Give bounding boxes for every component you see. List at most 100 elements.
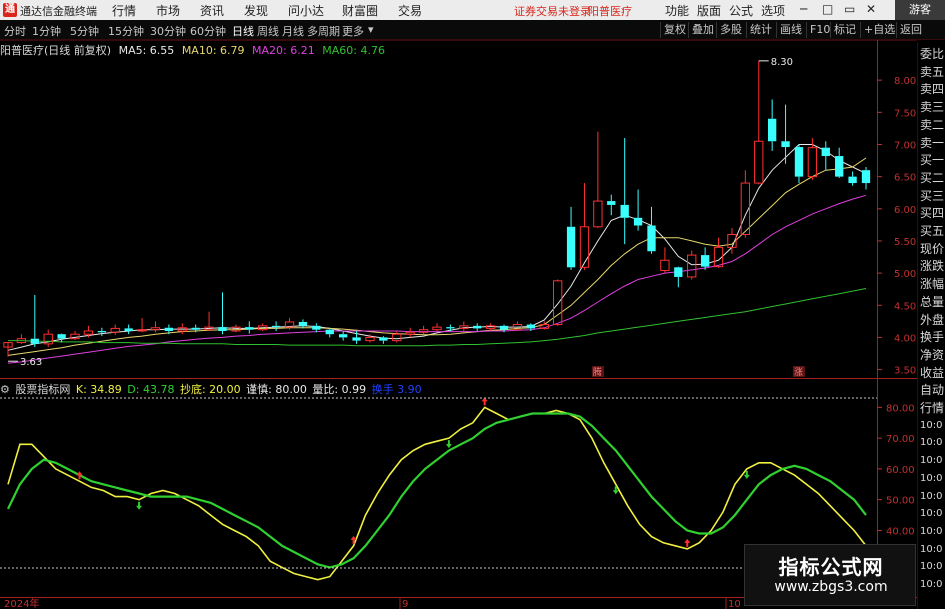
menu-news[interactable]: 资讯 <box>200 2 224 19</box>
draw-button[interactable]: 画线 <box>776 22 805 38</box>
ma60-label: MA60: 4.76 <box>322 44 385 57</box>
minimize-icon[interactable]: ─ <box>800 2 807 16</box>
guest-button[interactable]: 游客 <box>895 0 945 20</box>
side-panel-item[interactable]: 买三 <box>920 188 944 204</box>
side-panel-item[interactable]: 涨跌 <box>920 258 944 274</box>
tf-5min[interactable]: 5分钟 <box>70 23 99 39</box>
side-panel-item[interactable]: 委比 <box>920 46 944 62</box>
side-panel-item[interactable]: 外盘 <box>920 312 944 328</box>
side-panel-item[interactable]: 现价 <box>920 241 944 257</box>
multi-stock-button[interactable]: 多股 <box>716 22 745 38</box>
side-panel-item[interactable]: 买一 <box>920 152 944 168</box>
tf-weekly[interactable]: 周线 <box>257 23 279 39</box>
side-panel-item[interactable]: 总量 <box>920 294 944 310</box>
chevron-down-icon[interactable]: ▾ <box>368 23 374 36</box>
indicator-tick-label: 40.00 <box>886 526 915 537</box>
tf-intraday[interactable]: 分时 <box>4 23 26 39</box>
candle-body-down <box>794 147 804 177</box>
turnover-value: 换手 3.90 <box>371 383 422 396</box>
side-panel-item[interactable]: 10:0 <box>920 435 942 451</box>
maximize-icon[interactable]: ▭ <box>844 2 855 16</box>
side-panel-item[interactable]: 10:0 <box>920 453 942 469</box>
ma5-label: MA5: 6.55 <box>118 44 175 57</box>
indicator-title[interactable]: 股票指标网 <box>15 383 70 396</box>
candle-body-down <box>526 324 535 329</box>
menu-trade[interactable]: 交易 <box>398 2 422 19</box>
sell-arrow-icon <box>136 501 143 510</box>
back-button[interactable]: 返回 <box>896 22 925 38</box>
menu-discover[interactable]: 发现 <box>244 2 268 19</box>
tf-1min[interactable]: 1分钟 <box>32 23 61 39</box>
side-panel-item[interactable]: 卖四 <box>920 81 944 97</box>
side-panel-item[interactable]: 卖三 <box>920 99 944 115</box>
candle-body-down <box>674 267 683 277</box>
candle-body-up <box>137 329 147 332</box>
candle-body-up <box>365 336 375 342</box>
side-panel-item[interactable]: 10:0 <box>920 471 942 487</box>
tf-monthly[interactable]: 月线 <box>282 23 304 39</box>
tf-more[interactable]: 更多 <box>342 23 364 39</box>
side-panel-item[interactable]: 买五 <box>920 223 944 239</box>
side-panel-item[interactable]: 换手 <box>920 329 944 345</box>
tf-daily[interactable]: 日线 <box>232 23 254 39</box>
low-marker-label: 3.63 <box>20 357 42 368</box>
candle-body-down <box>499 325 509 330</box>
side-panel-item[interactable]: 自动 <box>920 382 944 398</box>
candle-body-down <box>647 225 656 252</box>
event-marker-box <box>591 366 604 377</box>
candle-body-up <box>405 331 415 335</box>
gear-icon[interactable]: ⚙ <box>0 383 10 396</box>
candle-body-up <box>687 254 697 278</box>
close-icon[interactable]: ✕ <box>866 2 876 16</box>
tf-multi[interactable]: 多周期 <box>307 23 340 39</box>
ma10-label: MA10: 6.79 <box>181 44 245 57</box>
overlay-button[interactable]: 叠加 <box>688 22 717 38</box>
tf-30min[interactable]: 30分钟 <box>150 23 186 39</box>
price-tick-label: 4.50 <box>894 301 916 312</box>
side-panel-item[interactable]: 买四 <box>920 205 944 221</box>
side-panel-item[interactable]: 收益 <box>920 365 944 381</box>
tf-60min[interactable]: 60分钟 <box>190 23 226 39</box>
volume-ratio: 量比: 0.99 <box>312 383 367 396</box>
side-panel-item[interactable]: 买二 <box>920 170 944 186</box>
layout-button[interactable]: 版面 <box>697 2 721 19</box>
options-button[interactable]: 选项 <box>761 2 785 19</box>
d-value: D: 43.78 <box>127 383 175 396</box>
side-panel-item[interactable]: 涨幅 <box>920 276 944 292</box>
side-panel-item[interactable]: 卖五 <box>920 64 944 80</box>
mark-button[interactable]: 标记 <box>830 22 859 38</box>
side-panel-item[interactable]: 10:0 <box>920 489 942 505</box>
side-panel-item[interactable]: 卖一 <box>920 135 944 151</box>
menu-quotes[interactable]: 行情 <box>112 2 136 19</box>
tf-15min[interactable]: 15分钟 <box>108 23 144 39</box>
candle-body-down <box>164 327 174 331</box>
menu-market[interactable]: 市场 <box>156 2 180 19</box>
side-panel-item[interactable]: 卖二 <box>920 117 944 133</box>
candle-body-up <box>485 325 496 329</box>
side-panel-item[interactable]: 净资 <box>920 347 944 363</box>
side-panel-item[interactable]: 行情 <box>920 400 944 416</box>
candle-body-up <box>660 259 670 272</box>
restore-icon[interactable]: □ <box>822 2 833 16</box>
menu-wealth[interactable]: 财富圈 <box>342 2 378 19</box>
side-panel-item[interactable]: 10:0 <box>920 418 942 434</box>
side-panel-item[interactable]: 10:0 <box>920 524 942 540</box>
event-marker-box <box>792 366 805 377</box>
formula-button[interactable]: 公式 <box>729 2 753 19</box>
login-warning[interactable]: 证券交易未登录 <box>514 3 591 19</box>
price-tick-label: 8.00 <box>894 76 916 87</box>
indicator-tick-label: 50.00 <box>886 496 915 507</box>
menu-ask[interactable]: 问小达 <box>288 2 324 19</box>
side-panel-item[interactable]: 10:0 <box>920 542 942 558</box>
candle-body-down <box>861 170 871 184</box>
add-watchlist-button[interactable]: +自选 <box>860 22 898 38</box>
candle-body-down <box>848 176 857 184</box>
stats-button[interactable]: 统计 <box>746 22 775 38</box>
side-panel-item[interactable]: 10:0 <box>920 506 942 522</box>
side-panel-item[interactable]: 10:0 <box>920 577 942 593</box>
candle-body-up <box>16 338 27 344</box>
function-button[interactable]: 功能 <box>665 2 689 19</box>
price-tick-label: 7.00 <box>894 140 916 151</box>
side-panel-item[interactable]: 10:0 <box>920 559 942 575</box>
adjust-button[interactable]: 复权 <box>660 22 689 38</box>
